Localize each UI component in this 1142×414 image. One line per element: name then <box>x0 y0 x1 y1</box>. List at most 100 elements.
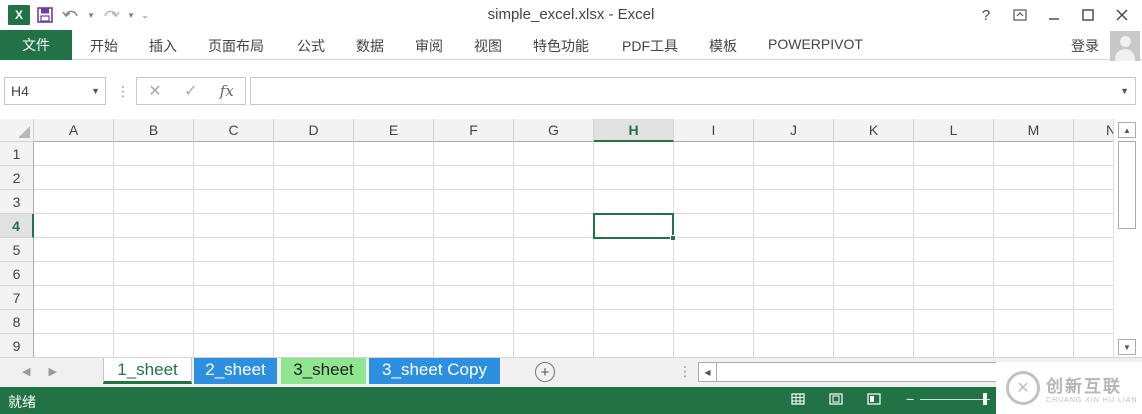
vertical-scroll-thumb[interactable] <box>1118 141 1136 229</box>
sheet-tab-3-sheet[interactable]: 3_sheet <box>281 358 366 384</box>
column-header-e[interactable]: E <box>354 119 434 142</box>
column-header-b[interactable]: B <box>114 119 194 142</box>
active-cell-h4[interactable] <box>593 213 676 241</box>
sheet-tab-bar: ◀▶ 1_sheet 2_sheet 3_sheet 3_sheet Copy … <box>0 357 1142 387</box>
zoom-knob[interactable] <box>983 393 987 405</box>
gridline <box>34 261 1113 262</box>
gridline <box>34 189 1113 190</box>
page-layout-view-icon[interactable] <box>828 392 844 406</box>
gridline <box>513 142 514 357</box>
column-header-j[interactable]: J <box>754 119 834 142</box>
tab-special-features[interactable]: 特色功能 <box>533 36 589 56</box>
status-bar: 就绪 − <box>0 387 1142 414</box>
watermark-subtitle: CHUANG XIN HU LIAN <box>1046 397 1138 404</box>
column-header-n[interactable]: N <box>1074 119 1113 142</box>
tab-home[interactable]: 开始 <box>90 36 118 56</box>
formula-bar: H4 ▼ ⋮ ✕ ✓ fx ▼ <box>0 61 1142 119</box>
column-header-a[interactable]: A <box>34 119 114 142</box>
gridline <box>353 142 354 357</box>
gridline <box>433 142 434 357</box>
title-bar: X ▾ ▾ ⌄ simple_excel.xlsx - Excel ? <box>0 0 1142 30</box>
row-header-3[interactable]: 3 <box>0 190 34 214</box>
watermark-name: 创新互联 <box>1046 377 1122 396</box>
row-header-8[interactable]: 8 <box>0 310 34 334</box>
gridline <box>593 142 594 357</box>
enter-icon[interactable]: ✓ <box>184 81 197 101</box>
insert-function-icon[interactable]: fx <box>220 82 234 100</box>
tab-powerpivot[interactable]: POWERPIVOT <box>768 36 863 52</box>
help-button[interactable]: ? <box>972 4 1000 26</box>
tab-file[interactable]: 文件 <box>0 30 72 60</box>
gridline <box>273 142 274 357</box>
fill-handle[interactable] <box>670 235 676 241</box>
column-header-f[interactable]: F <box>434 119 514 142</box>
zoom-slider[interactable]: − <box>906 391 998 409</box>
gridline <box>753 142 754 357</box>
avatar[interactable] <box>1110 31 1140 61</box>
sheet-tab-2-sheet[interactable]: 2_sheet <box>194 358 277 384</box>
gridline <box>193 142 194 357</box>
tab-review[interactable]: 审阅 <box>415 36 443 56</box>
scroll-up-icon[interactable]: ▲ <box>1118 122 1136 138</box>
vertical-scrollbar[interactable]: ▲ ▼ <box>1113 119 1142 357</box>
sheet-tab-3-sheet-copy[interactable]: 3_sheet Copy <box>369 358 500 384</box>
select-all-button[interactable] <box>0 119 34 142</box>
minimize-icon[interactable] <box>1040 4 1068 26</box>
maximize-icon[interactable] <box>1074 4 1102 26</box>
formula-buttons: ✕ ✓ fx <box>136 77 246 105</box>
cancel-icon[interactable]: ✕ <box>148 81 161 101</box>
sheet-tab-1-sheet[interactable]: 1_sheet <box>103 358 192 384</box>
column-header-i[interactable]: I <box>674 119 754 142</box>
gridline <box>34 285 1113 286</box>
tab-formulas[interactable]: 公式 <box>297 36 325 56</box>
row-header-1[interactable]: 1 <box>0 142 34 166</box>
scroll-left-icon[interactable]: ◀ <box>699 363 717 381</box>
row-header-6[interactable]: 6 <box>0 262 34 286</box>
column-header-d[interactable]: D <box>274 119 354 142</box>
tab-page-layout[interactable]: 页面布局 <box>208 36 264 56</box>
gridline <box>34 165 1113 166</box>
horizontal-scrollbar[interactable]: ◀ <box>698 362 998 382</box>
name-box-dropdown-icon[interactable]: ▼ <box>91 86 100 96</box>
status-ready-text: 就绪 <box>8 394 36 410</box>
normal-view-icon[interactable] <box>790 392 806 406</box>
tab-data[interactable]: 数据 <box>356 36 384 56</box>
column-header-m[interactable]: M <box>994 119 1074 142</box>
view-buttons <box>790 392 882 406</box>
add-sheet-button[interactable]: + <box>535 362 555 382</box>
column-header-h[interactable]: H <box>594 119 674 142</box>
formula-input[interactable]: ▼ <box>250 77 1136 105</box>
row-header-5[interactable]: 5 <box>0 238 34 262</box>
window-title: simple_excel.xlsx - Excel <box>487 6 655 23</box>
row-header-9[interactable]: 9 <box>0 334 34 357</box>
column-header-k[interactable]: K <box>834 119 914 142</box>
column-header-l[interactable]: L <box>914 119 994 142</box>
sheet-nav-arrows-icon[interactable]: ◀▶ <box>22 365 75 378</box>
row-header-2[interactable]: 2 <box>0 166 34 190</box>
row-header-7[interactable]: 7 <box>0 286 34 310</box>
tab-view[interactable]: 视图 <box>474 36 502 56</box>
ribbon-display-options-icon[interactable] <box>1006 4 1034 26</box>
gridline <box>993 142 994 357</box>
tab-pdf-tools[interactable]: PDF工具 <box>622 36 678 56</box>
formula-bar-grip-icon[interactable]: ⋮ <box>116 83 130 100</box>
ribbon-tabs: 文件 开始 插入 页面布局 公式 数据 审阅 视图 特色功能 PDF工具 模板 … <box>0 30 1142 61</box>
zoom-out-icon[interactable]: − <box>906 391 914 407</box>
login-link[interactable]: 登录 <box>1071 36 1099 56</box>
gridline <box>34 237 1113 238</box>
column-header-g[interactable]: G <box>514 119 594 142</box>
page-break-preview-icon[interactable] <box>866 392 882 406</box>
gridline <box>833 142 834 357</box>
worksheet-grid[interactable]: A B C D E F G H I J K L M N 1 2 3 4 5 6 … <box>0 119 1113 357</box>
tab-templates[interactable]: 模板 <box>709 36 737 56</box>
row-header-4[interactable]: 4 <box>0 214 34 238</box>
column-header-c[interactable]: C <box>194 119 274 142</box>
tab-insert[interactable]: 插入 <box>149 36 177 56</box>
window-controls: ? <box>972 4 1136 26</box>
scroll-down-icon[interactable]: ▼ <box>1118 339 1136 355</box>
name-box[interactable]: H4 ▼ <box>4 77 106 105</box>
tab-splitter-icon[interactable]: ⋮ <box>678 363 692 380</box>
close-icon[interactable] <box>1108 4 1136 26</box>
expand-formula-bar-icon[interactable]: ▼ <box>1120 86 1129 96</box>
gridline <box>34 309 1113 310</box>
